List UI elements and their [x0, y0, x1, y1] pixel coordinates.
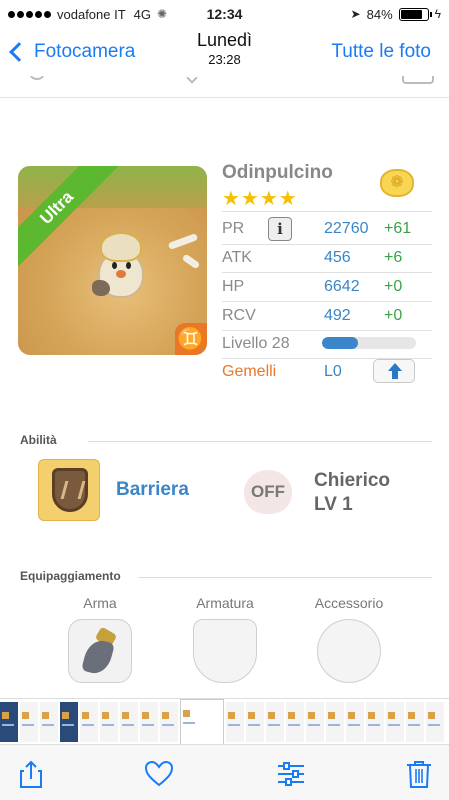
abilities-title: Abilità	[20, 433, 57, 447]
thumbnail-strip[interactable]	[0, 698, 449, 745]
thumbnail[interactable]	[266, 701, 284, 742]
bone-decoration	[181, 253, 201, 270]
heart-icon[interactable]	[144, 759, 174, 789]
divider	[222, 272, 432, 273]
bone-decoration	[167, 233, 199, 250]
stat-value: 22760	[324, 220, 369, 237]
divider	[222, 211, 432, 212]
battery-percent: 84%	[366, 6, 393, 22]
trash-icon[interactable]	[404, 759, 434, 789]
thumbnail[interactable]	[386, 701, 404, 742]
stat-label: HP	[222, 278, 245, 295]
activity-spinner-icon: ✺	[157, 7, 168, 21]
divider	[138, 577, 432, 578]
stat-label: PR	[222, 220, 245, 237]
cloud-coin-icon[interactable]: ❁	[380, 169, 414, 197]
character-name: Odinpulcino	[222, 162, 333, 183]
thumbnail[interactable]	[326, 701, 344, 742]
slot-label-weapon: Arma	[83, 595, 117, 611]
chevron-down-icon	[186, 76, 198, 84]
upgrade-button[interactable]	[373, 359, 415, 383]
claw-weapon-icon	[81, 626, 121, 677]
stat-row-rcv: RCV 492 +0	[222, 303, 432, 329]
skill-name-primary[interactable]: Barriera	[116, 479, 189, 501]
share-icon[interactable]	[16, 759, 46, 789]
thumbnail[interactable]	[160, 701, 178, 742]
gemini-zodiac-icon: ♊	[175, 323, 207, 355]
thumbnail[interactable]	[0, 701, 18, 742]
stat-bonus: +0	[384, 307, 403, 324]
skill-level-secondary: LV 1	[314, 494, 353, 515]
thumbnail[interactable]	[366, 701, 384, 742]
level-label: Livello 28	[222, 335, 290, 352]
thumbnail[interactable]	[426, 701, 444, 742]
thumbnail[interactable]	[40, 701, 58, 742]
armor-slot[interactable]	[193, 619, 257, 683]
equipment-title: Equipaggiamento	[20, 569, 121, 583]
back-button[interactable]: Fotocamera	[0, 41, 135, 63]
level-progress-bar	[322, 337, 416, 349]
all-photos-button[interactable]: Tutte le foto	[331, 41, 449, 63]
level-row: Livello 28	[222, 331, 432, 357]
thumbnail[interactable]	[80, 701, 98, 742]
thumbnail[interactable]	[306, 701, 324, 742]
stat-row-atk: ATK 456 +6	[222, 245, 432, 271]
stat-value: 6642	[324, 278, 360, 295]
bottom-toolbar	[0, 744, 449, 800]
barrier-skill-icon[interactable]	[38, 459, 100, 521]
network-type: 4G	[133, 6, 151, 22]
character-portrait: Ultra ♊	[18, 166, 207, 355]
location-arrow-icon: ➤	[350, 7, 361, 21]
cropped-top-strip	[0, 76, 449, 98]
divider	[222, 301, 432, 302]
back-label: Fotocamera	[34, 41, 136, 62]
star-rating: ★★★★	[222, 188, 298, 210]
weapon-slot[interactable]	[68, 619, 132, 683]
status-bar: vodafone IT 4G ✺ 12:34 ➤ 84% ϟ	[0, 0, 449, 28]
stat-value: 456	[324, 249, 351, 266]
stat-row-pr: PR i 22760 +61	[222, 216, 432, 242]
stat-value: 492	[324, 307, 351, 324]
thumbnail[interactable]	[406, 701, 424, 742]
skill-name-secondary: Chierico	[314, 470, 391, 491]
stat-label: RCV	[222, 307, 256, 324]
accessory-slot[interactable]	[317, 619, 381, 683]
navigation-bar: Fotocamera Lunedì 23:28 Tutte le foto	[0, 28, 449, 76]
thumbnail[interactable]	[20, 701, 38, 742]
thumbnail[interactable]	[60, 701, 78, 742]
divider	[88, 441, 432, 442]
skill-off-icon[interactable]: OFF	[240, 468, 296, 518]
arrow-up-icon	[388, 363, 402, 371]
thumbnail[interactable]	[120, 701, 138, 742]
thumbnail[interactable]	[140, 701, 158, 742]
battery-icon	[398, 7, 432, 21]
stat-bonus: +61	[384, 220, 412, 237]
info-button[interactable]: i	[268, 217, 292, 241]
stat-row-hp: HP 6642 +0	[222, 274, 432, 300]
thumbnail[interactable]	[226, 701, 244, 742]
photo-view[interactable]: Ultra ♊ Odinpulcino ★★★★ ❁ PR i 22760 +6…	[0, 76, 449, 698]
carrier-name: vodafone IT	[57, 6, 126, 22]
zodiac-row: Gemelli L0	[222, 359, 432, 385]
chevron-left-icon	[9, 42, 29, 62]
stat-label: ATK	[222, 249, 252, 266]
thumbnail[interactable]	[286, 701, 304, 742]
thumbnail-current[interactable]	[180, 698, 224, 745]
adjust-icon[interactable]	[276, 759, 306, 789]
thumbnail[interactable]	[346, 701, 364, 742]
zodiac-level: L0	[324, 363, 342, 380]
charging-bolt-icon: ϟ	[434, 7, 441, 21]
search-icon	[30, 76, 44, 80]
skill-off-label: OFF	[251, 482, 285, 501]
thumbnail[interactable]	[100, 701, 118, 742]
stat-bonus: +6	[384, 249, 403, 266]
slot-label-armor: Armatura	[196, 595, 254, 611]
zodiac-label: Gemelli	[222, 363, 277, 380]
tray-icon	[402, 76, 434, 84]
slot-label-accessory: Accessorio	[314, 595, 384, 611]
chick-character-image	[90, 232, 152, 306]
signal-strength-icon	[8, 10, 51, 18]
thumbnail[interactable]	[246, 701, 264, 742]
stat-bonus: +0	[384, 278, 403, 295]
